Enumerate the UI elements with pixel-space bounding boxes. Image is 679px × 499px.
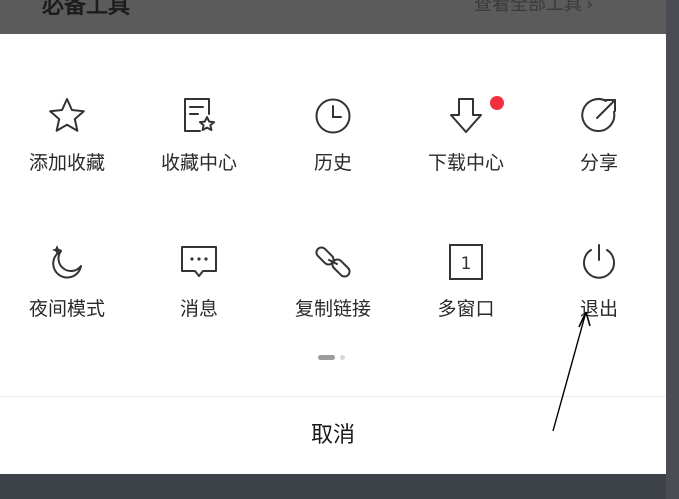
page-dot bbox=[340, 355, 345, 360]
menu-item-night-mode[interactable]: 夜间模式 bbox=[0, 242, 134, 352]
background-header: 必备工具 查看全部工具 › bbox=[0, 0, 666, 34]
window-count-icon: 1 bbox=[446, 242, 486, 282]
chevron-right-icon: › bbox=[586, 0, 594, 15]
view-all-tools-link: 查看全部工具 › bbox=[474, 0, 593, 16]
menu-item-label: 消息 bbox=[179, 298, 218, 320]
menu-item-label: 历史 bbox=[313, 152, 352, 174]
favorites-doc-icon bbox=[179, 96, 219, 136]
menu-item-download-center[interactable]: 下载中心 bbox=[399, 96, 533, 206]
menu-item-label: 添加收藏 bbox=[28, 152, 105, 174]
menu-item-label: 下载中心 bbox=[427, 152, 504, 174]
menu-item-label: 收藏中心 bbox=[160, 152, 237, 174]
menu-item-messages[interactable]: 消息 bbox=[132, 242, 266, 352]
share-arrow-icon bbox=[579, 96, 619, 136]
page-dot-active bbox=[318, 355, 335, 360]
overlay-right-edge bbox=[666, 0, 679, 499]
menu-item-copy-link[interactable]: 复制链接 bbox=[266, 242, 400, 352]
overlay-bottom-edge bbox=[0, 474, 666, 499]
screen: 必备工具 查看全部工具 › 添加收藏 收藏中心 历史 下载中心 分享 夜间模式 … bbox=[0, 0, 679, 499]
menu-item-label: 多窗口 bbox=[437, 298, 495, 320]
power-icon bbox=[579, 242, 619, 282]
action-sheet: 添加收藏 收藏中心 历史 下载中心 分享 夜间模式 消息 复制链接 1 多窗口 … bbox=[0, 34, 666, 474]
clock-icon bbox=[313, 96, 353, 136]
menu-item-share[interactable]: 分享 bbox=[532, 96, 666, 206]
link-icon bbox=[313, 242, 353, 282]
star-icon bbox=[47, 96, 87, 136]
moon-icon bbox=[47, 242, 87, 282]
menu-item-favorites-center[interactable]: 收藏中心 bbox=[132, 96, 266, 206]
cancel-button[interactable]: 取消 bbox=[0, 397, 666, 474]
message-bubble-icon bbox=[179, 242, 219, 282]
menu-item-history[interactable]: 历史 bbox=[266, 96, 400, 206]
menu-item-multi-window[interactable]: 1 多窗口 bbox=[399, 242, 533, 352]
menu-item-add-favorite[interactable]: 添加收藏 bbox=[0, 96, 134, 206]
download-badge-dot bbox=[490, 96, 504, 110]
page-indicator bbox=[318, 355, 350, 361]
view-all-tools-label: 查看全部工具 bbox=[474, 0, 582, 15]
menu-item-label: 分享 bbox=[579, 152, 618, 174]
menu-item-label: 复制链接 bbox=[294, 298, 371, 320]
window-count: 1 bbox=[461, 254, 472, 274]
background-section-title: 必备工具 bbox=[42, 0, 131, 19]
menu-item-label: 夜间模式 bbox=[28, 298, 105, 320]
menu-item-exit[interactable]: 退出 bbox=[532, 242, 666, 352]
menu-item-label: 退出 bbox=[579, 298, 618, 320]
download-arrow-icon bbox=[446, 96, 486, 136]
